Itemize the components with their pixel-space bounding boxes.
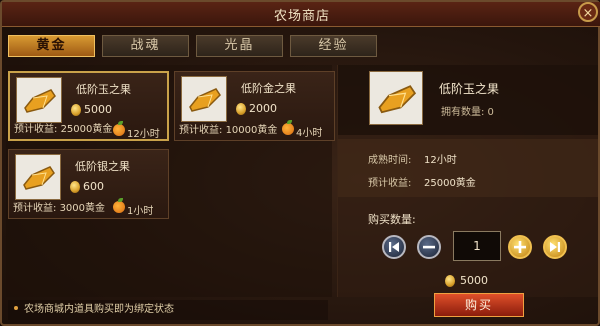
seed-icon [189,88,221,112]
fruit-icon [282,120,294,135]
mature-time-value: 12小时 [424,155,457,166]
close-button[interactable]: × [578,2,598,22]
gold-coin-icon [71,104,81,116]
max-quantity-button[interactable] [543,235,567,259]
item-thumbnail [181,76,227,122]
item-name: 低阶金之果 [241,82,296,95]
skip-to-end-icon [550,242,560,252]
item-name: 低阶玉之果 [76,83,131,96]
fruit-icon [113,198,125,213]
item-price: 5000 [84,103,112,116]
yield-label: 预计收益: [179,125,223,136]
yield-value: 25000黄金 [60,124,113,135]
tab-war-soul[interactable]: 战魂 [102,35,189,57]
item-card-gold-fruit[interactable]: 低阶金之果 2000 预计收益: 10000黄金 4小时 [174,71,335,141]
increase-quantity-button[interactable] [508,235,532,259]
mature-time-label: 成熟时间: [368,155,412,166]
item-price: 600 [83,180,104,193]
fruit-icon [113,121,125,136]
item-grid: 低阶玉之果 5000 预计收益: 25000黄金 12小时 低阶金之果 2000 [6,65,335,297]
total-price: 5000 [460,274,488,287]
yield-label: 预计收益: [13,203,57,214]
item-card-silver-fruit[interactable]: 低阶银之果 600 预计收益: 3000黄金 1小时 [8,149,169,219]
plus-icon [514,241,526,253]
item-time: 12小时 [127,129,160,140]
item-detail-panel: 低阶玉之果 拥有数量: 0 成熟时间: 12小时 预计收益: 25000黄金 购… [337,65,598,297]
item-time: 4小时 [296,128,323,139]
bullet-icon [14,306,18,310]
item-card-jade-fruit[interactable]: 低阶玉之果 5000 预计收益: 25000黄金 12小时 [8,71,169,141]
seed-icon [378,85,417,114]
item-yield: 预计收益: 3000黄金 [13,199,105,214]
detail-item-name: 低阶玉之果 [439,82,500,96]
shop-window: 农场商店 × 黄金 战魂 光晶 经验 低阶玉之果 5000 预计收益: 2500… [0,0,600,326]
item-thumbnail [15,154,61,200]
quantity-input[interactable]: 1 [453,231,501,261]
decrease-quantity-button[interactable] [417,235,441,259]
skip-to-start-icon [389,242,399,252]
yield-label: 预计收益: [14,124,58,135]
expected-yield-label: 预计收益: [368,178,412,189]
seed-icon [23,166,55,190]
item-time: 1小时 [127,206,154,217]
min-quantity-button[interactable] [382,235,406,259]
detail-header: 低阶玉之果 拥有数量: 0 [338,65,598,135]
seed-icon [24,89,56,113]
yield-value: 3000黄金 [59,203,106,214]
gold-coin-icon [236,103,246,115]
buy-button[interactable]: 购买 [434,293,524,317]
tab-experience[interactable]: 经验 [290,35,377,57]
tab-gold[interactable]: 黄金 [8,35,95,57]
detail-thumbnail [369,71,423,125]
item-name: 低阶银之果 [75,160,130,173]
notice-bar: 农场商城内道具购买即为绑定状态 [8,300,328,320]
window-title: 农场商店 [273,9,330,24]
tab-light-crystal[interactable]: 光晶 [196,35,283,57]
notice-text: 农场商城内道具购买即为绑定状态 [24,304,174,315]
title-bar: 农场商店 × [2,2,600,27]
gold-coin-icon [70,181,80,193]
buy-quantity-label: 购买数量: [368,213,416,226]
yield-value: 10000黄金 [225,125,278,136]
item-yield: 预计收益: 10000黄金 [179,121,277,136]
owned-count: 拥有数量: 0 [441,107,494,118]
item-thumbnail [16,77,62,123]
item-yield: 预计收益: 25000黄金 [14,120,112,135]
expected-yield-value: 25000黄金 [424,178,476,189]
gold-coin-icon [445,275,455,287]
detail-stats: 成熟时间: 12小时 预计收益: 25000黄金 [338,139,598,197]
item-price: 2000 [249,102,277,115]
minus-icon [423,245,435,249]
